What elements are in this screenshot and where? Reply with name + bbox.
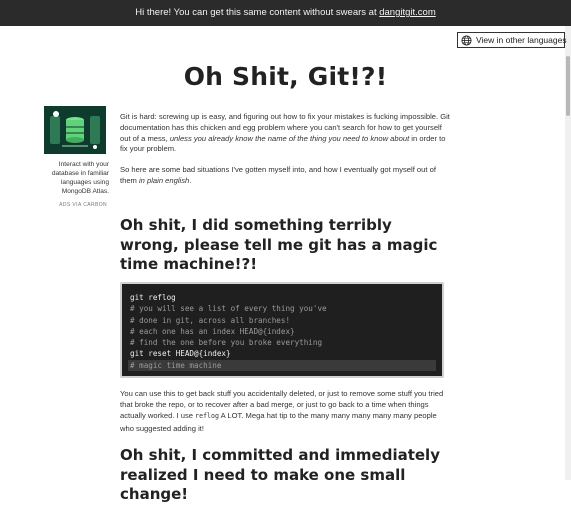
code-line: git reset HEAD@{index} [130,349,231,359]
section-heading-magic-time-machine: Oh shit, I did something terribly wrong,… [120,216,438,273]
carbon-ad[interactable] [44,106,108,154]
view-languages-label: View in other languages [476,35,567,45]
code-comment: # each one has an index HEAD@{index} [130,326,295,336]
page-title: Oh Shit, Git!?! [183,62,388,91]
intro-paragraph-1: Git is hard: screwing up is easy, and fi… [120,112,450,154]
scrollbar[interactable] [565,26,571,480]
ad-text[interactable]: Interact with your database in familiar … [41,160,109,196]
view-languages-button[interactable]: View in other languages [457,32,567,48]
ads-via-carbon-link[interactable]: ADS VIA CARBON [41,202,107,208]
database-illustration-icon [44,106,106,154]
code-comment: # find the one before you broke everythi… [130,338,323,348]
code-comment-highlighted: # magic time machine [128,359,436,372]
ad-image[interactable] [44,106,106,154]
swear-free-banner: Hi there! You can get this same content … [0,0,571,26]
code-comment: # done in git, across all branches! [130,315,291,325]
reflog-explanation: You can use this to get back stuff you a… [120,389,444,433]
banner-text: Hi there! You can get this same content … [135,7,377,18]
code-block-reflog: git reflog # you will see a list of ever… [120,282,444,378]
globe-icon [461,34,472,46]
dangitgit-link[interactable]: dangitgit.com [379,7,436,18]
code-line: git reflog [130,293,176,302]
inline-code-reflog: reflog [195,412,219,421]
intro: Git is hard: screwing up is easy, and fi… [120,112,450,197]
code-comment: # you will see a list of every thing you… [130,304,327,314]
section-heading-small-change: Oh shit, I committed and immediately rea… [120,446,440,503]
intro-paragraph-2: So here are some bad situations I've got… [120,165,436,185]
